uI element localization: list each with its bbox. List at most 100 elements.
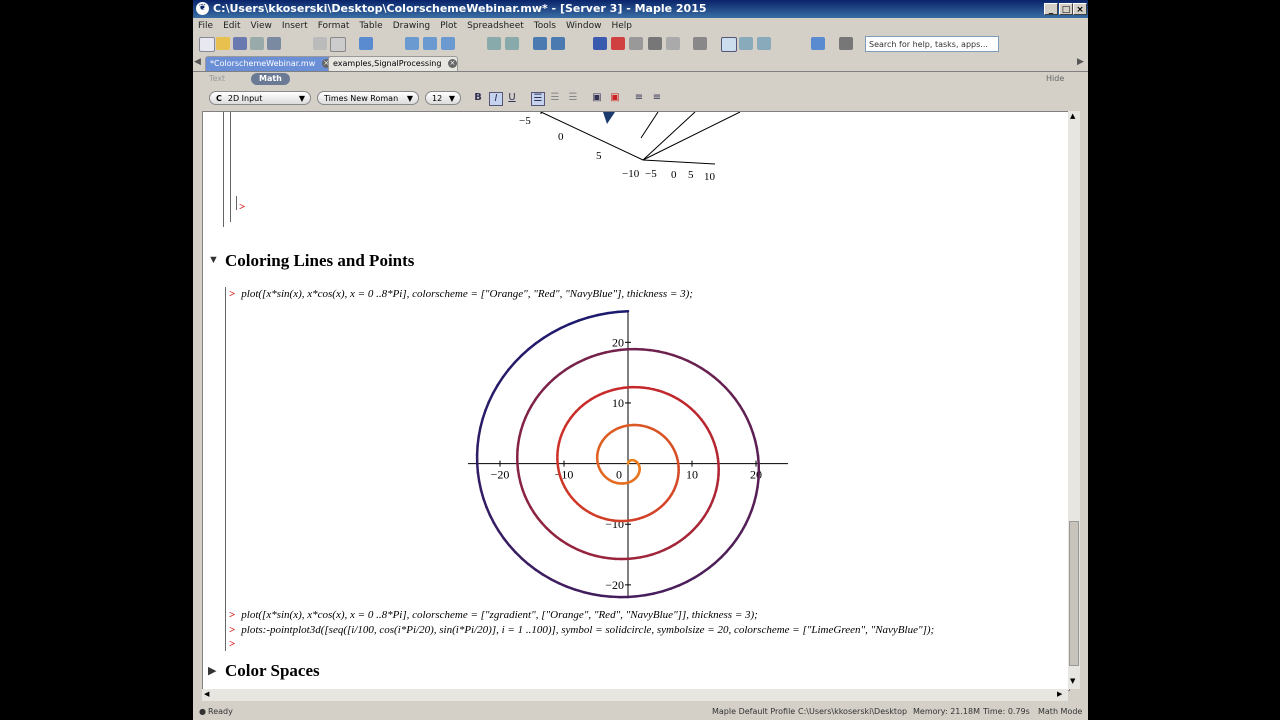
text-mode-button[interactable]: Text bbox=[209, 72, 225, 86]
spiral-segment bbox=[487, 392, 495, 403]
text-color-icon[interactable]: ▣ bbox=[591, 92, 603, 104]
zoom-out-icon[interactable] bbox=[757, 37, 771, 50]
spiral-segment bbox=[496, 376, 504, 387]
command-plot-2[interactable]: > plot([x*sin(x), x*cos(x), x = 0 ..8*Pi]… bbox=[229, 609, 758, 621]
print-preview-icon[interactable] bbox=[267, 37, 281, 50]
highlight-color-icon[interactable]: ▣ bbox=[609, 92, 621, 104]
menu-edit[interactable]: Edit bbox=[218, 18, 245, 34]
x-tick-label: −20 bbox=[491, 468, 510, 482]
section-outdent-icon[interactable] bbox=[505, 37, 519, 50]
font-size-select[interactable]: 12 ▼ bbox=[425, 91, 461, 105]
insert-text-icon[interactable] bbox=[405, 37, 419, 50]
cut-icon[interactable] bbox=[313, 37, 327, 50]
italic-button[interactable]: I bbox=[489, 92, 503, 106]
spiral-segment bbox=[606, 310, 620, 315]
tab-signal-processing[interactable]: examples,SignalProcessing × bbox=[328, 56, 458, 71]
minimize-button[interactable]: _ bbox=[1044, 3, 1058, 15]
plot-box-edge bbox=[640, 112, 659, 139]
chevron-down-icon: ▼ bbox=[298, 94, 305, 103]
restart-icon[interactable] bbox=[666, 37, 680, 50]
home-icon[interactable] bbox=[551, 37, 565, 50]
vertical-scrollbar[interactable]: ▲ ▼ bbox=[1068, 111, 1080, 689]
stop-icon[interactable] bbox=[611, 37, 625, 50]
empty-prompt[interactable]: > bbox=[239, 201, 251, 213]
menu-format[interactable]: Format bbox=[313, 18, 355, 34]
tick-label: −5 bbox=[645, 168, 657, 180]
menu-view[interactable]: View bbox=[246, 18, 277, 34]
tab-close-icon[interactable]: × bbox=[447, 59, 457, 68]
pan-icon[interactable] bbox=[629, 37, 643, 50]
surface-fragment bbox=[603, 112, 615, 124]
bullet-list-icon[interactable]: ≡ bbox=[633, 92, 645, 104]
new-workbook-icon[interactable] bbox=[811, 37, 825, 50]
section-indent-icon[interactable] bbox=[487, 37, 501, 50]
align-center-icon[interactable]: ☰ bbox=[549, 92, 561, 104]
hide-button[interactable]: Hide bbox=[1046, 72, 1064, 86]
help-icon[interactable] bbox=[839, 37, 853, 50]
save-icon[interactable] bbox=[233, 37, 247, 50]
help-search-input[interactable]: Search for help, tasks, apps... bbox=[865, 36, 999, 52]
scroll-down-icon[interactable]: ▼ bbox=[1070, 677, 1075, 685]
insert-math-icon[interactable] bbox=[423, 37, 437, 50]
scroll-right-icon[interactable]: ▶ bbox=[1057, 690, 1062, 698]
horizontal-scrollbar[interactable]: ◀ ▶ bbox=[202, 689, 1068, 701]
worksheet[interactable]: > −5 0 5 −10 −5 0 5 10 ▼ Coloring Lines … bbox=[202, 111, 1070, 691]
numbered-list-icon[interactable]: ≡ bbox=[651, 92, 663, 104]
menu-help[interactable]: Help bbox=[606, 18, 637, 34]
spiral-segment bbox=[479, 488, 485, 500]
menu-table[interactable]: Table bbox=[354, 18, 387, 34]
menu-spreadsheet[interactable]: Spreadsheet bbox=[462, 18, 529, 34]
group-bracket bbox=[230, 112, 231, 222]
spiral-segment bbox=[508, 544, 517, 554]
spiral-plot[interactable]: −20 −10 0 10 202010−10−20 bbox=[458, 302, 798, 607]
copy-icon[interactable] bbox=[330, 37, 346, 52]
settings-gear-icon[interactable] bbox=[693, 37, 707, 50]
tab-scroll-left-icon[interactable]: ◀ bbox=[194, 57, 201, 67]
group-bracket bbox=[223, 112, 224, 227]
scroll-up-icon[interactable]: ▲ bbox=[1070, 112, 1075, 120]
menu-tools[interactable]: Tools bbox=[529, 18, 561, 34]
spiral-segment bbox=[557, 581, 569, 588]
math-mode-button[interactable]: Math bbox=[251, 73, 290, 85]
command-pointplot3d[interactable]: > plots:-pointplot3d([seq([i/100, cos(i*P… bbox=[229, 624, 934, 636]
undo-icon[interactable] bbox=[359, 37, 373, 50]
maximize-button[interactable]: □ bbox=[1059, 3, 1073, 15]
menu-drawing[interactable]: Drawing bbox=[388, 18, 435, 34]
menu-window[interactable]: Window bbox=[561, 18, 607, 34]
tab-colorscheme-webinar[interactable]: *ColorschemeWebinar.mw × bbox=[205, 56, 335, 71]
tab-scroll-right-icon[interactable]: ▶ bbox=[1077, 57, 1084, 67]
close-button[interactable]: × bbox=[1073, 3, 1087, 15]
section-collapse-icon[interactable]: ▼ bbox=[208, 254, 219, 266]
spiral-segment bbox=[600, 594, 612, 598]
open-folder-icon[interactable] bbox=[216, 37, 230, 50]
menu-insert[interactable]: Insert bbox=[277, 18, 313, 34]
input-mode-select[interactable]: C 2D Input ▼ bbox=[209, 91, 311, 105]
font-select[interactable]: Times New Roman ▼ bbox=[317, 91, 419, 105]
empty-prompt[interactable]: > bbox=[229, 638, 241, 650]
spiral-segment bbox=[577, 316, 590, 322]
underline-button[interactable]: U bbox=[506, 92, 518, 104]
spiral-segment bbox=[677, 580, 688, 587]
bold-button[interactable]: B bbox=[472, 92, 484, 104]
print-icon[interactable] bbox=[250, 37, 264, 50]
scroll-left-icon[interactable]: ◀ bbox=[204, 690, 209, 698]
spiral-segment bbox=[616, 309, 630, 314]
insert-prompt-icon[interactable] bbox=[441, 37, 455, 50]
new-document-icon[interactable] bbox=[199, 37, 215, 52]
menu-file[interactable]: File bbox=[193, 18, 218, 34]
chevron-down-icon: ▼ bbox=[406, 94, 413, 103]
debug-icon[interactable] bbox=[648, 37, 662, 50]
menu-plot[interactable]: Plot bbox=[435, 18, 462, 34]
align-left-icon[interactable]: ☰ bbox=[531, 92, 545, 106]
zoom-100-icon[interactable] bbox=[721, 37, 737, 52]
command-plot-1[interactable]: > plot([x*sin(x), x*cos(x), x = 0 ..8*Pi]… bbox=[229, 288, 693, 300]
zoom-in-icon[interactable] bbox=[739, 37, 753, 50]
execute-icon[interactable] bbox=[593, 37, 607, 50]
plot-axis-line bbox=[540, 112, 696, 161]
align-right-icon[interactable]: ☰ bbox=[567, 92, 579, 104]
back-arrow-icon[interactable] bbox=[533, 37, 547, 50]
scrollbar-thumb[interactable] bbox=[1069, 521, 1079, 666]
menu-bar: File Edit View Insert Format Table Drawing Plot… bbox=[193, 18, 1088, 34]
x-tick-label: 0 bbox=[616, 468, 622, 482]
section-expand-icon[interactable]: ▶ bbox=[208, 664, 216, 677]
